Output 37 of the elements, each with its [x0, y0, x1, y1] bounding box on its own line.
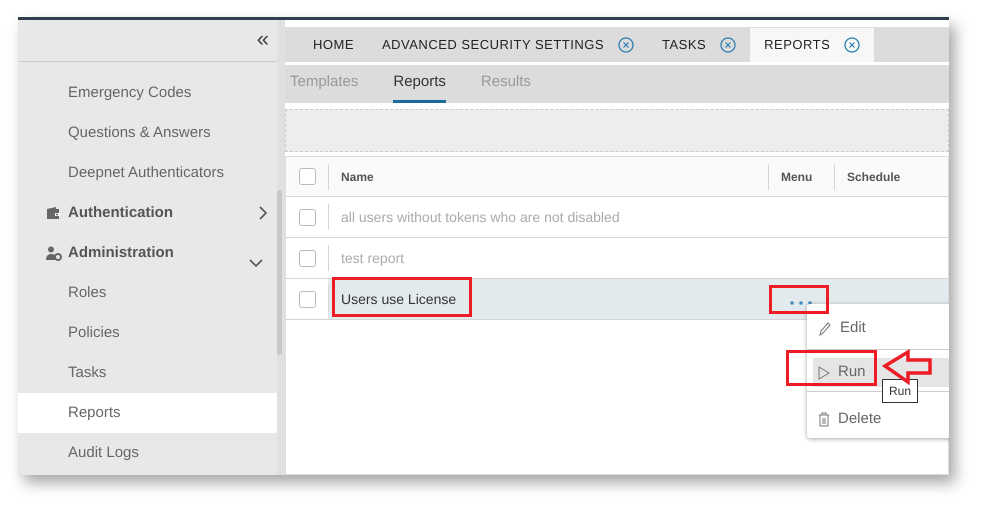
sidebar-group[interactable]: Authentication [68, 202, 259, 224]
column-header: Menu [781, 168, 812, 186]
tab[interactable]: HOME [313, 34, 354, 54]
table-cell-text: test report [341, 248, 404, 268]
checkbox[interactable] [298, 290, 316, 308]
sidebar-item[interactable]: Reports [18, 393, 277, 433]
chevron-right-icon[interactable] [259, 206, 267, 220]
sidebar-item[interactable]: Emergency Codes [18, 73, 277, 113]
sidebar-group[interactable]: Administration [68, 242, 249, 264]
tooltip: Run [882, 379, 918, 403]
trash-icon [818, 412, 830, 427]
user-gear-icon [46, 246, 62, 260]
sidebar-item[interactable]: Policies [18, 313, 277, 353]
close-icon[interactable] [618, 36, 634, 52]
table-cell-text: all users without tokens who are not disabled [341, 208, 620, 226]
wallet-icon [46, 206, 61, 220]
sidebar-item[interactable]: Roles [18, 273, 277, 313]
play-icon [818, 366, 830, 380]
sub-tab[interactable]: Reports [393, 65, 446, 103]
collapse-icon[interactable]: « [256, 28, 269, 54]
sidebar-item[interactable]: Tasks [18, 353, 277, 393]
close-icon[interactable] [720, 36, 736, 52]
scrollbar-thumb[interactable] [277, 190, 282, 355]
menu-item[interactable]: Delete [813, 405, 949, 434]
tab[interactable]: TASKS [662, 34, 706, 54]
tab[interactable]: ADVANCED SECURITY SETTINGS [382, 34, 604, 54]
more-icon[interactable] [790, 301, 812, 305]
table-cell-text: Users use License [341, 290, 456, 308]
pencil-icon [818, 320, 832, 336]
close-icon[interactable] [844, 37, 860, 53]
sidebar-item[interactable]: Audit Logs [18, 433, 277, 473]
checkbox[interactable] [298, 168, 316, 185]
column-header: Schedule [847, 168, 900, 186]
sidebar-item[interactable]: Questions & Answers [18, 113, 277, 153]
chevron-down-icon[interactable] [249, 258, 263, 268]
sidebar-item[interactable]: Deepnet Authenticators [18, 153, 277, 193]
column-header: Name [341, 168, 374, 186]
